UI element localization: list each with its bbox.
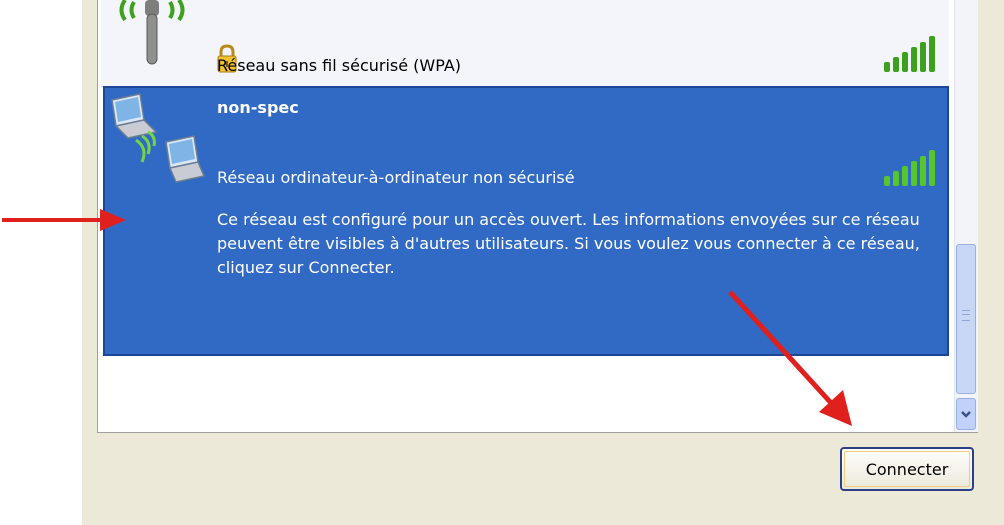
scroll-down-button[interactable]	[956, 398, 976, 430]
grip-icon	[962, 310, 970, 321]
chevron-down-icon	[961, 411, 971, 418]
network-status-text: Réseau sans fil sécurisé (WPA)	[217, 56, 462, 75]
annotation-arrow-icon	[728, 290, 852, 426]
connect-button[interactable]: Connecter	[840, 447, 974, 491]
signal-strength-icon	[884, 150, 935, 186]
signal-strength-icon	[884, 36, 935, 72]
computer-to-computer-icon	[111, 93, 206, 183]
wireless-antenna-icon	[119, 0, 185, 65]
network-description: Ce réseau est configuré pour un accès ou…	[217, 210, 920, 277]
annotation-arrow-icon	[2, 209, 126, 231]
network-status-text: Réseau ordinateur-à-ordinateur non sécur…	[217, 168, 575, 187]
network-name: non-spec	[217, 98, 299, 117]
